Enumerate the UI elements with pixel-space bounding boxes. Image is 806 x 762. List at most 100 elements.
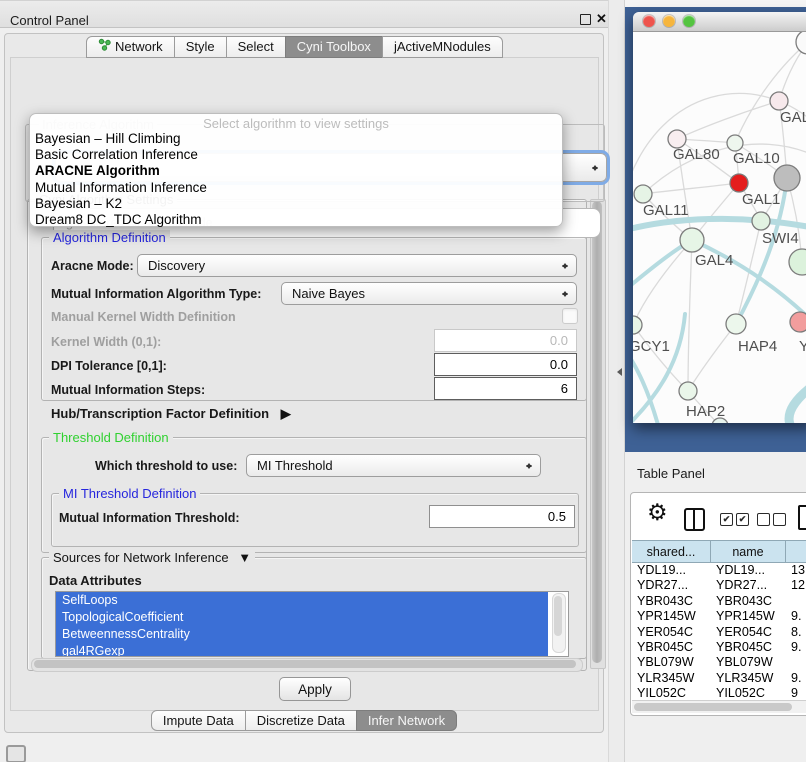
tab-style[interactable]: Style xyxy=(174,36,227,58)
dropdown-item-aracne-algorithm[interactable]: ARACNE Algorithm xyxy=(30,163,562,179)
dpi-tolerance-input[interactable]: 0.0 xyxy=(434,353,577,376)
split-columns-icon[interactable] xyxy=(684,508,705,531)
table-cell[interactable]: 12 xyxy=(786,578,806,593)
splitter-collapse-icon[interactable] xyxy=(613,368,622,376)
table-cell[interactable]: YER054C xyxy=(632,625,711,640)
dropdown-item-bayesian-hill-climbing[interactable]: Bayesian – Hill Climbing xyxy=(30,131,562,147)
unchecked-checkbox-icon[interactable] xyxy=(773,513,786,526)
scrollbar-thumb[interactable] xyxy=(592,201,602,663)
attribute-item-gal4rgexp[interactable]: gal4RGexp xyxy=(56,643,548,657)
tab-network[interactable]: Network xyxy=(86,36,175,58)
sources-disclosure[interactable]: Sources for Network Inference ▼ xyxy=(49,550,255,565)
table-cell[interactable]: YDL19... xyxy=(711,563,786,578)
which-threshold-combo[interactable]: MI Threshold xyxy=(246,454,541,477)
table-row[interactable]: YER054CYER054C8. xyxy=(632,625,806,640)
table-cell[interactable]: YBR045C xyxy=(711,640,786,655)
attribute-item-betweennesscentrality[interactable]: BetweennessCentrality xyxy=(56,626,548,643)
table-row[interactable]: YLR345WYLR345W9. xyxy=(632,671,806,686)
cyni-vertical-scrollbar[interactable] xyxy=(590,199,606,669)
table-row[interactable]: YBL079WYBL079W xyxy=(632,655,806,670)
table-cell[interactable] xyxy=(786,594,806,609)
node-hap2[interactable] xyxy=(679,382,697,400)
table-cell[interactable]: YDR27... xyxy=(632,578,711,593)
zoom-window-icon[interactable] xyxy=(683,15,695,27)
tab-select[interactable]: Select xyxy=(226,36,286,58)
attribute-item-topologicalcoefficient[interactable]: TopologicalCoefficient xyxy=(56,609,548,626)
table-cell[interactable]: YDR27... xyxy=(711,578,786,593)
scrollbar-thumb[interactable] xyxy=(554,596,562,636)
node-pink-right[interactable] xyxy=(790,312,806,332)
scrollbar-thumb[interactable] xyxy=(634,703,792,711)
aracne-mode-combo[interactable]: Discovery xyxy=(137,254,577,277)
table-cell[interactable]: 9. xyxy=(786,640,806,655)
apply-button[interactable]: Apply xyxy=(279,677,351,701)
dropdown-item-basic-correlation-inference[interactable]: Basic Correlation Inference xyxy=(30,147,562,163)
network-canvas[interactable]: GALGAL80GAL10GAL1GAL11SWI4GAL4GCY1HAP4YH… xyxy=(633,32,806,423)
minimize-window-icon[interactable] xyxy=(663,15,675,27)
tab-impute-data[interactable]: Impute Data xyxy=(151,710,246,731)
tab-infer-network[interactable]: Infer Network xyxy=(356,710,457,731)
table-cell[interactable]: YPR145W xyxy=(632,609,711,624)
table-cell[interactable]: YPR145W xyxy=(711,609,786,624)
panel-splitter[interactable] xyxy=(608,0,625,762)
manual-kernel-checkbox[interactable] xyxy=(562,308,578,324)
table-row[interactable]: YDR27...YDR27...12 xyxy=(632,578,806,593)
node-hap4[interactable] xyxy=(726,314,746,334)
mi-threshold-input[interactable]: 0.5 xyxy=(429,505,575,528)
node-gal1[interactable] xyxy=(730,174,748,192)
table-cell[interactable]: YBL079W xyxy=(632,655,711,670)
table-cell[interactable]: YLR345W xyxy=(632,671,711,686)
attributes-list-scrollbar[interactable] xyxy=(552,593,566,653)
column-header-shared[interactable]: shared... xyxy=(632,540,711,563)
tab-discretize-data[interactable]: Discretize Data xyxy=(245,710,357,731)
table-cell[interactable]: 9. xyxy=(786,609,806,624)
node-gray[interactable] xyxy=(774,165,800,191)
close-panel-icon[interactable]: ✕ xyxy=(596,11,607,27)
panel-grip-icon[interactable] xyxy=(6,745,26,762)
table-cell[interactable]: YER054C xyxy=(711,625,786,640)
node-gal-cut[interactable] xyxy=(770,92,788,110)
table-cell[interactable]: YBL079W xyxy=(711,655,786,670)
checked-checkbox-icon[interactable]: ✔ xyxy=(720,513,733,526)
dropdown-item-bayesian-k2[interactable]: Bayesian – K2 xyxy=(30,196,562,212)
document-icon[interactable] xyxy=(798,505,806,530)
settings-gear-icon[interactable]: ⚙ xyxy=(647,499,668,526)
hub-definition-disclosure[interactable]: Hub/Transcription Factor Definition ▶ xyxy=(51,406,291,422)
close-window-icon[interactable] xyxy=(643,15,655,27)
node-gcy1[interactable] xyxy=(633,316,642,334)
table-cell[interactable]: 9. xyxy=(786,671,806,686)
unchecked-checkbox-icon[interactable] xyxy=(757,513,770,526)
mi-steps-input[interactable]: 6 xyxy=(434,377,577,400)
table-horizontal-scrollbar[interactable] xyxy=(632,700,806,713)
table-row[interactable]: YDL19...YDL19...13 xyxy=(632,563,806,578)
kernel-width-input[interactable]: 0.0 xyxy=(434,329,577,352)
tab-cyni-toolbox[interactable]: Cyni Toolbox xyxy=(285,36,383,58)
mi-type-combo[interactable]: Naive Bayes xyxy=(281,282,577,305)
node-gal4[interactable] xyxy=(680,228,704,252)
table-cell[interactable] xyxy=(786,655,806,670)
cyni-horizontal-scrollbar[interactable] xyxy=(31,658,583,672)
checked-checkbox-icon[interactable]: ✔ xyxy=(736,513,749,526)
dropdown-item-dream8-dc-tdc-algorithm[interactable]: Dream8 DC_TDC Algorithm xyxy=(30,212,562,228)
node-gal10[interactable] xyxy=(727,135,743,151)
node-swi4[interactable] xyxy=(752,212,770,230)
scrollbar-thumb[interactable] xyxy=(34,660,576,668)
table-cell[interactable]: YBR043C xyxy=(711,594,786,609)
tab-jactivemnodules[interactable]: jActiveMNodules xyxy=(382,36,503,58)
node-gal11[interactable] xyxy=(634,185,652,203)
column-header-a[interactable]: A xyxy=(786,540,806,563)
table-row[interactable]: YBR043CYBR043C xyxy=(632,594,806,609)
float-panel-icon[interactable] xyxy=(580,14,591,25)
dropdown-item-mutual-information-inference[interactable]: Mutual Information Inference xyxy=(30,180,562,196)
table-cell[interactable]: YBR043C xyxy=(632,594,711,609)
table-cell[interactable]: YDL19... xyxy=(632,563,711,578)
table-row[interactable]: YBR045CYBR045C9. xyxy=(632,640,806,655)
table-cell[interactable]: 8. xyxy=(786,625,806,640)
node-green-right[interactable] xyxy=(789,249,806,275)
column-header-name[interactable]: name xyxy=(711,540,786,563)
table-cell[interactable]: YLR345W xyxy=(711,671,786,686)
table-cell[interactable]: YBR045C xyxy=(632,640,711,655)
network-window-titlebar[interactable] xyxy=(633,12,806,32)
attribute-item-selfloops[interactable]: SelfLoops xyxy=(56,592,548,609)
table-row[interactable]: YPR145WYPR145W9. xyxy=(632,609,806,624)
